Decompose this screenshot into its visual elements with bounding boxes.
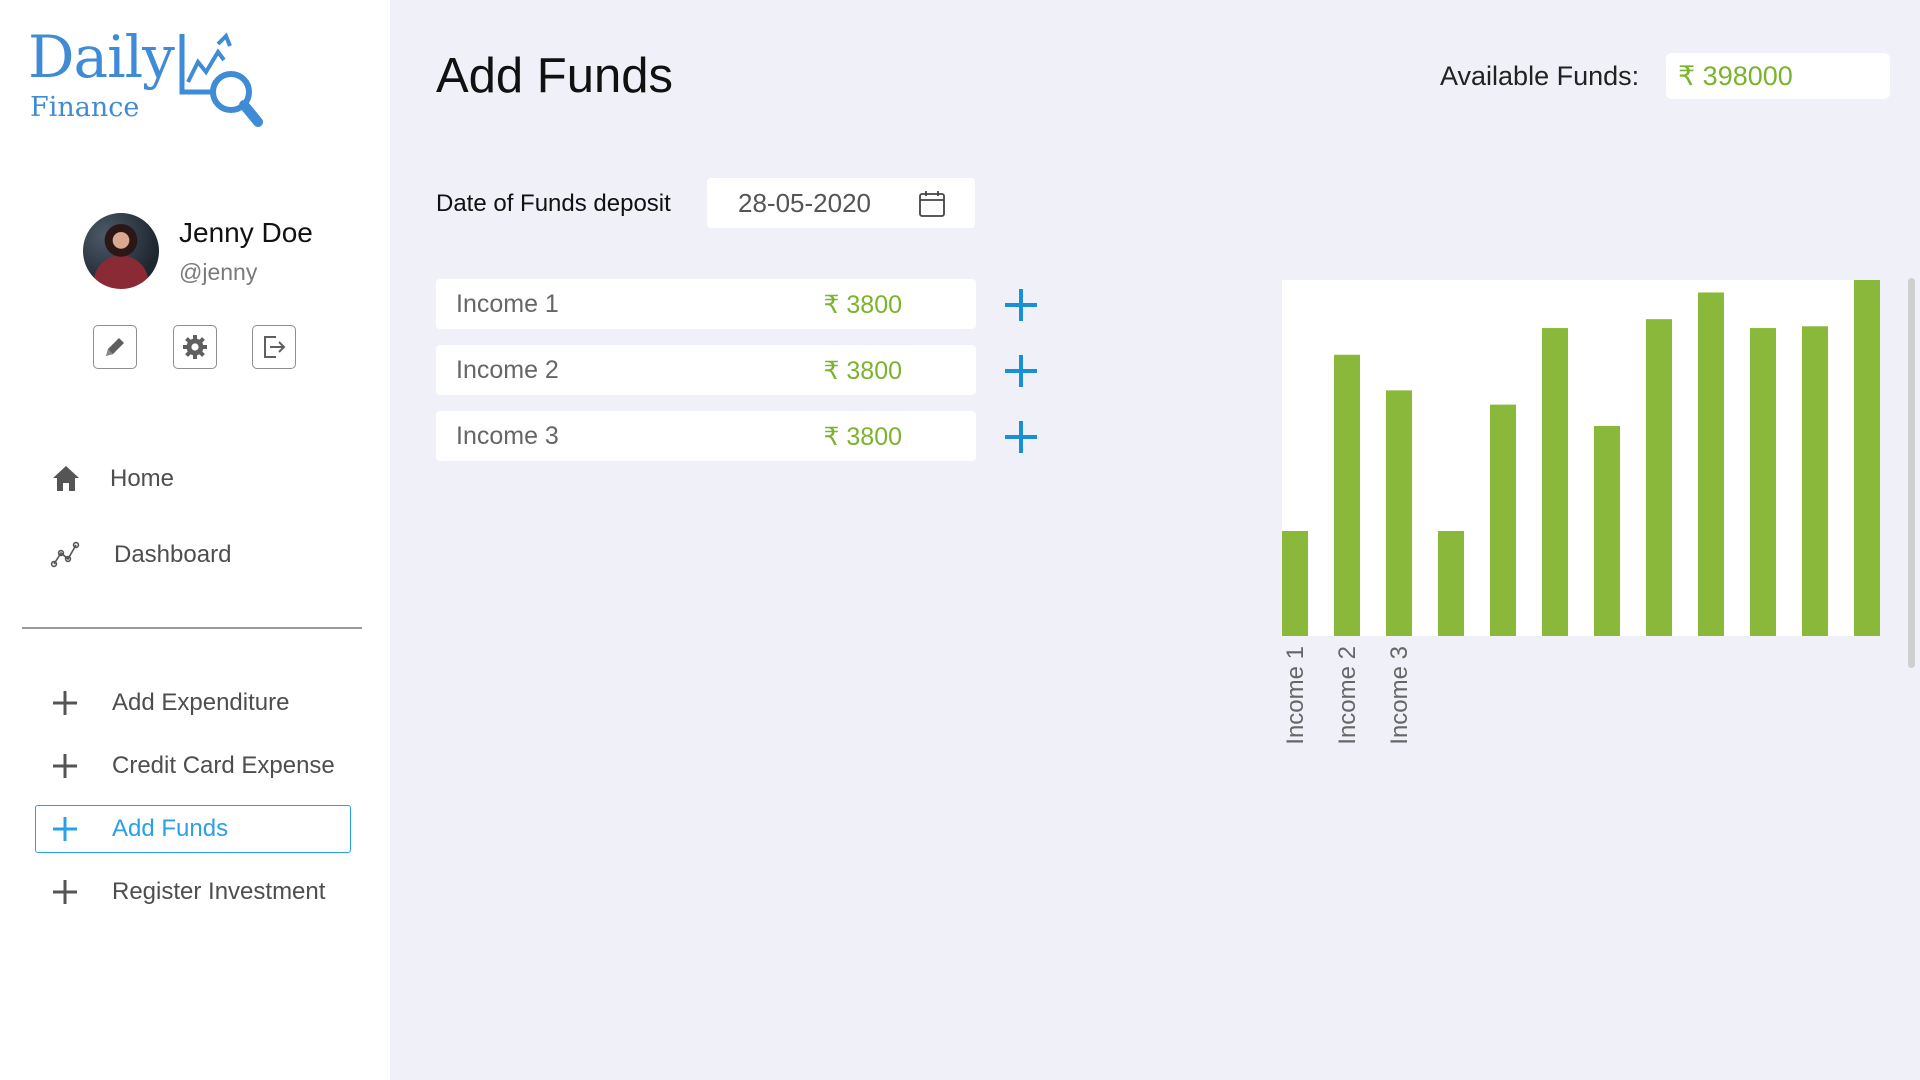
page-title: Add Funds	[436, 49, 673, 103]
chart-bar	[1386, 390, 1412, 636]
user-profile: Jenny Doe @jenny	[83, 213, 383, 293]
income-label: Income 1	[456, 290, 559, 318]
settings-button[interactable]	[173, 325, 217, 369]
sidebar-item-credit-card-expense[interactable]: Credit Card Expense	[35, 742, 351, 790]
income-amount: ₹ 3800	[823, 423, 902, 451]
nav-label: Dashboard	[114, 541, 232, 568]
income-label: Income 2	[456, 356, 559, 384]
income-label: Income 3	[456, 422, 559, 450]
chart-tick-label: Income 2	[1334, 646, 1361, 745]
chart-bar	[1594, 425, 1620, 636]
action-label: Credit Card Expense	[112, 752, 335, 779]
app-logo[interactable]: Daily Finance	[28, 22, 278, 132]
avatar[interactable]	[83, 213, 159, 289]
nav-item-dashboard[interactable]: Dashboard	[50, 535, 231, 575]
chart-bar	[1490, 404, 1516, 636]
chart-plot-area	[1282, 280, 1880, 636]
logo-word: Daily	[28, 23, 175, 91]
chart-bar	[1698, 292, 1724, 636]
chart-magnifier-icon	[179, 32, 263, 127]
available-funds-value: ₹ 398000	[1666, 53, 1890, 99]
chart-bar	[1854, 280, 1880, 636]
profile-actions	[93, 325, 303, 369]
deposit-date-field[interactable]: 28-05-2020	[707, 178, 975, 228]
chart-bar	[1282, 530, 1308, 636]
chart-tick-label: Income 1	[1282, 646, 1309, 745]
chart-tick-label: Income 3	[1386, 646, 1413, 745]
nav-item-home[interactable]: Home	[50, 459, 174, 499]
chart-bar	[1750, 328, 1776, 636]
income-row[interactable]: Income 3 ₹ 3800	[436, 411, 976, 461]
income-amount: ₹ 3800	[823, 357, 902, 385]
plus-icon	[53, 880, 77, 904]
nav-label: Home	[110, 465, 175, 492]
trend-line-icon	[50, 541, 80, 568]
add-income-button[interactable]	[1003, 419, 1039, 455]
chart-bar	[1542, 328, 1568, 636]
funds-bar-chart: Income 1 Income 2 Income 3	[1282, 280, 1880, 745]
logout-button[interactable]	[252, 325, 296, 369]
income-row[interactable]: Income 1 ₹ 3800	[436, 279, 976, 329]
action-label: Add Expenditure	[112, 689, 290, 716]
deposit-date-value: 28-05-2020	[738, 187, 871, 218]
logo-subword: Finance	[30, 92, 140, 123]
home-icon	[53, 466, 79, 491]
income-row[interactable]: Income 2 ₹ 3800	[436, 345, 976, 395]
profile-handle: @jenny	[179, 259, 258, 285]
chart-bar	[1802, 326, 1828, 636]
add-income-button[interactable]	[1003, 287, 1039, 323]
sidebar-item-register-investment[interactable]: Register Investment	[35, 868, 351, 916]
profile-name: Jenny Doe	[179, 217, 313, 248]
pencil-icon	[106, 338, 124, 356]
calendar-icon[interactable]	[917, 189, 947, 219]
scrollbar-thumb[interactable]	[1908, 278, 1915, 668]
chart-tick-labels: Income 1 Income 2 Income 3	[1282, 646, 1413, 745]
action-label: Register Investment	[112, 878, 326, 905]
chart-bar	[1334, 354, 1360, 636]
chart-bar	[1438, 530, 1464, 636]
action-label: Add Funds	[112, 815, 229, 842]
plus-icon	[53, 754, 77, 778]
sidebar-item-add-expenditure[interactable]: Add Expenditure	[35, 679, 351, 727]
plus-icon	[53, 691, 77, 715]
plus-icon	[53, 817, 77, 841]
edit-profile-button[interactable]	[93, 325, 137, 369]
income-amount: ₹ 3800	[823, 291, 902, 319]
available-funds-label: Available Funds:	[1440, 61, 1640, 91]
gear-icon	[183, 335, 207, 359]
deposit-date-label: Date of Funds deposit	[436, 190, 671, 217]
sidebar: Daily Finance Jenny Doe @jenny Home Dash…	[0, 0, 390, 1080]
chart-bar	[1646, 319, 1672, 636]
sidebar-divider	[22, 627, 362, 629]
add-income-button[interactable]	[1003, 353, 1039, 389]
logout-icon	[264, 336, 286, 358]
sidebar-item-add-funds[interactable]: Add Funds	[35, 805, 351, 853]
